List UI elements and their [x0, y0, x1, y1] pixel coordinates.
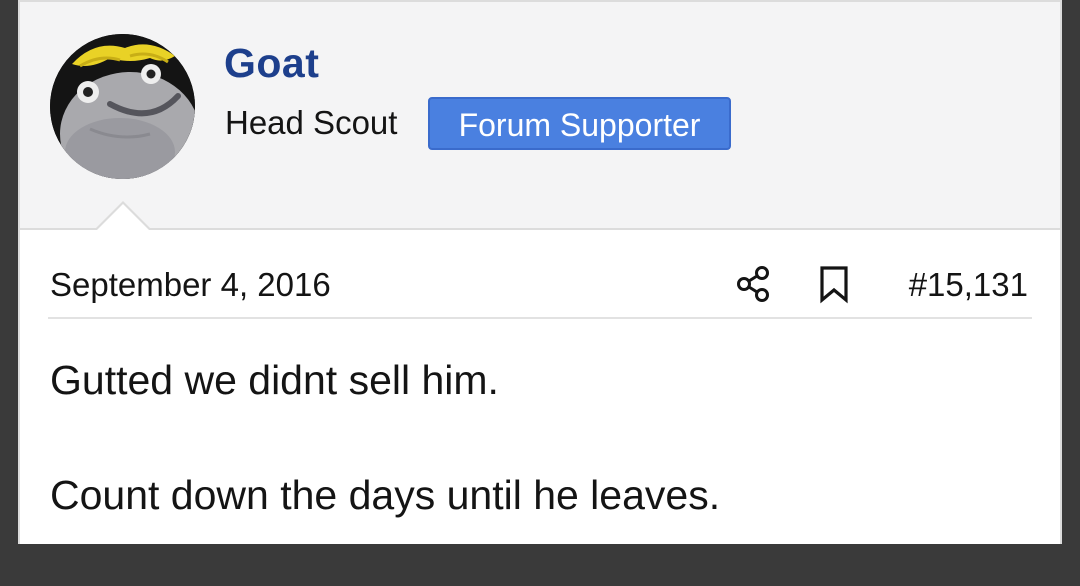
share-icon — [737, 266, 769, 302]
post-date-link[interactable]: September 4, 2016 — [50, 266, 331, 304]
forum-post: Goat Head Scout Forum Supporter Septembe… — [18, 0, 1062, 544]
forum-supporter-badge: Forum Supporter — [428, 97, 731, 150]
post-number-link[interactable]: #15,131 — [909, 266, 1028, 304]
post-body: Gutted we didnt sell him. Count down the… — [50, 356, 1030, 586]
bookmark-icon — [820, 266, 848, 304]
bookmark-button[interactable] — [817, 264, 851, 304]
username-link[interactable]: Goat — [224, 40, 319, 87]
post-header-divider — [48, 317, 1032, 319]
post-user-block: Goat Head Scout Forum Supporter — [20, 0, 1060, 230]
post-body-line: Count down the days until he leaves. — [50, 472, 721, 518]
avatar[interactable] — [50, 34, 195, 179]
post-body-line: Gutted we didnt sell him. — [50, 357, 499, 403]
user-block-arrow-fill — [96, 204, 150, 231]
share-button[interactable] — [734, 264, 774, 304]
sock-puppet-avatar-icon — [50, 34, 195, 179]
user-title: Head Scout — [225, 104, 398, 141]
